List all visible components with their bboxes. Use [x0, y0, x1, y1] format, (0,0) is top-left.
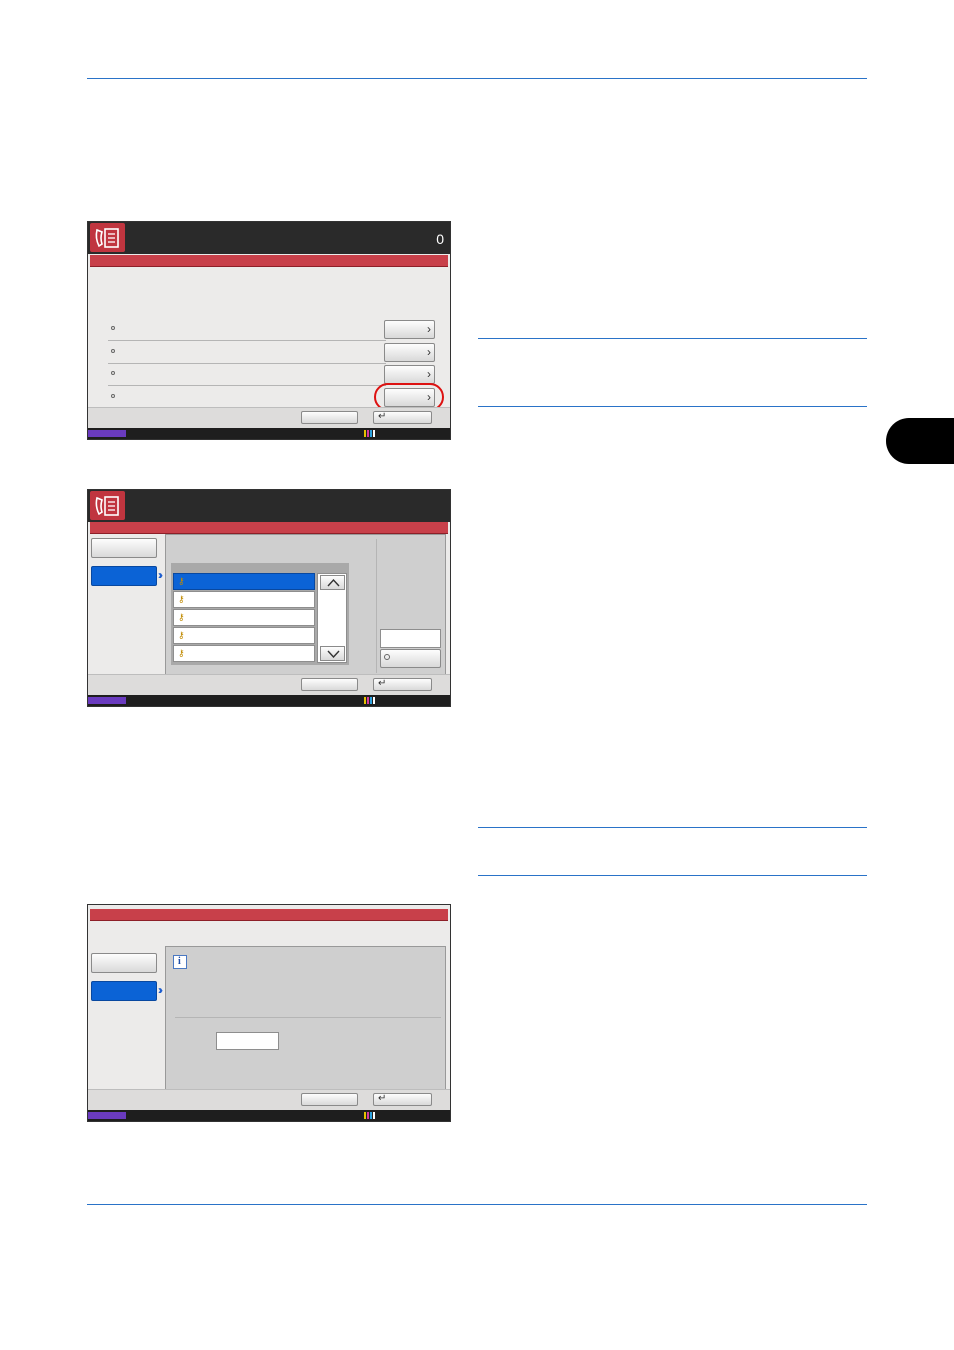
menu-row-2 [108, 341, 386, 364]
ok-button[interactable]: ↵ [373, 678, 432, 691]
status-accent [88, 697, 126, 704]
enter-icon: ↵ [378, 1093, 387, 1104]
enter-icon: ↵ [378, 678, 387, 689]
list-item[interactable]: ⚷ [173, 573, 315, 590]
cancel-button[interactable] [301, 678, 358, 691]
side-tab-2[interactable] [91, 981, 157, 1001]
number-field[interactable] [216, 1032, 279, 1050]
bullet [111, 349, 115, 353]
list-item[interactable]: ⚷ [173, 627, 315, 644]
status-bar [88, 695, 450, 706]
detail-button[interactable] [380, 649, 441, 668]
info-icon: i [173, 955, 187, 969]
footer-rule [87, 1204, 867, 1205]
menu-row-4 [108, 386, 386, 408]
enter-icon: ↵ [378, 411, 387, 422]
footer-bar: ↵ [88, 1089, 450, 1110]
note-rule-bottom-2 [478, 875, 867, 876]
top-bar: 0 [88, 222, 450, 254]
key-icon: ⚷ [178, 594, 185, 604]
scroll-down-button[interactable] [320, 646, 345, 661]
scroll-up-button[interactable] [320, 575, 345, 590]
value-box [380, 629, 441, 648]
divider [175, 1017, 441, 1018]
chevron-right-icon: ›› [158, 568, 163, 582]
status-accent [88, 1112, 126, 1119]
bullet [111, 371, 115, 375]
screen-3: ›› i ↵ [87, 904, 451, 1122]
scrollbar[interactable] [317, 573, 347, 663]
side-tab-1[interactable] [91, 538, 157, 558]
side-tab-2[interactable] [91, 566, 157, 586]
fax-icon [90, 491, 125, 520]
job-counter: 0 [436, 231, 444, 247]
title-bar [90, 909, 448, 921]
footer-bar: ↵ [88, 407, 450, 428]
cancel-button[interactable] [301, 1093, 358, 1106]
list-item[interactable]: ⚷ [173, 609, 315, 626]
status-accent [88, 430, 126, 437]
menu-row-1 [108, 318, 386, 341]
title-bar [90, 522, 448, 534]
key-icon: ⚷ [178, 648, 185, 658]
toner-icon [364, 430, 376, 437]
note-rule-top-2 [478, 827, 867, 828]
key-icon: ⚷ [178, 576, 185, 586]
menu-row-3 [108, 363, 386, 386]
side-tab-1[interactable] [91, 953, 157, 973]
chevron-right-icon: › [427, 367, 431, 381]
message-area: i [165, 946, 446, 1091]
bullet [111, 394, 115, 398]
header-rule [87, 78, 867, 79]
key-icon: ⚷ [178, 630, 185, 640]
ok-button[interactable]: ↵ [373, 411, 432, 424]
top-bar [88, 490, 450, 522]
chapter-tab [886, 418, 954, 464]
row-1-next-button[interactable]: › [384, 320, 435, 339]
bullet [111, 326, 115, 330]
list-item[interactable]: ⚷ [173, 645, 315, 662]
list-item[interactable]: ⚷ [173, 591, 315, 608]
fax-icon [90, 223, 125, 252]
chevron-right-icon: ›› [158, 983, 163, 997]
divider [376, 539, 377, 673]
bullet [384, 654, 390, 660]
footer-bar: ↵ [88, 674, 450, 695]
cancel-button[interactable] [301, 411, 358, 424]
toner-icon [364, 1112, 376, 1119]
status-bar [88, 428, 450, 439]
row-3-next-button[interactable]: › [384, 365, 435, 384]
ok-button[interactable]: ↵ [373, 1093, 432, 1106]
note-rule-top-1 [478, 338, 867, 339]
screen-2: ›› ⚷ ⚷ ⚷ ⚷ ⚷ ↵ [87, 489, 451, 707]
status-bar [88, 1110, 450, 1121]
chevron-right-icon: › [427, 345, 431, 359]
screen-1: 0 › › › › ↵ [87, 221, 451, 440]
toner-icon [364, 697, 376, 704]
row-2-next-button[interactable]: › [384, 343, 435, 362]
chevron-right-icon: › [427, 322, 431, 336]
key-icon: ⚷ [178, 612, 185, 622]
key-list: ⚷ ⚷ ⚷ ⚷ ⚷ [171, 563, 349, 665]
content-area: ⚷ ⚷ ⚷ ⚷ ⚷ [165, 534, 446, 678]
note-rule-bottom-1 [478, 406, 867, 407]
title-bar [90, 255, 448, 267]
